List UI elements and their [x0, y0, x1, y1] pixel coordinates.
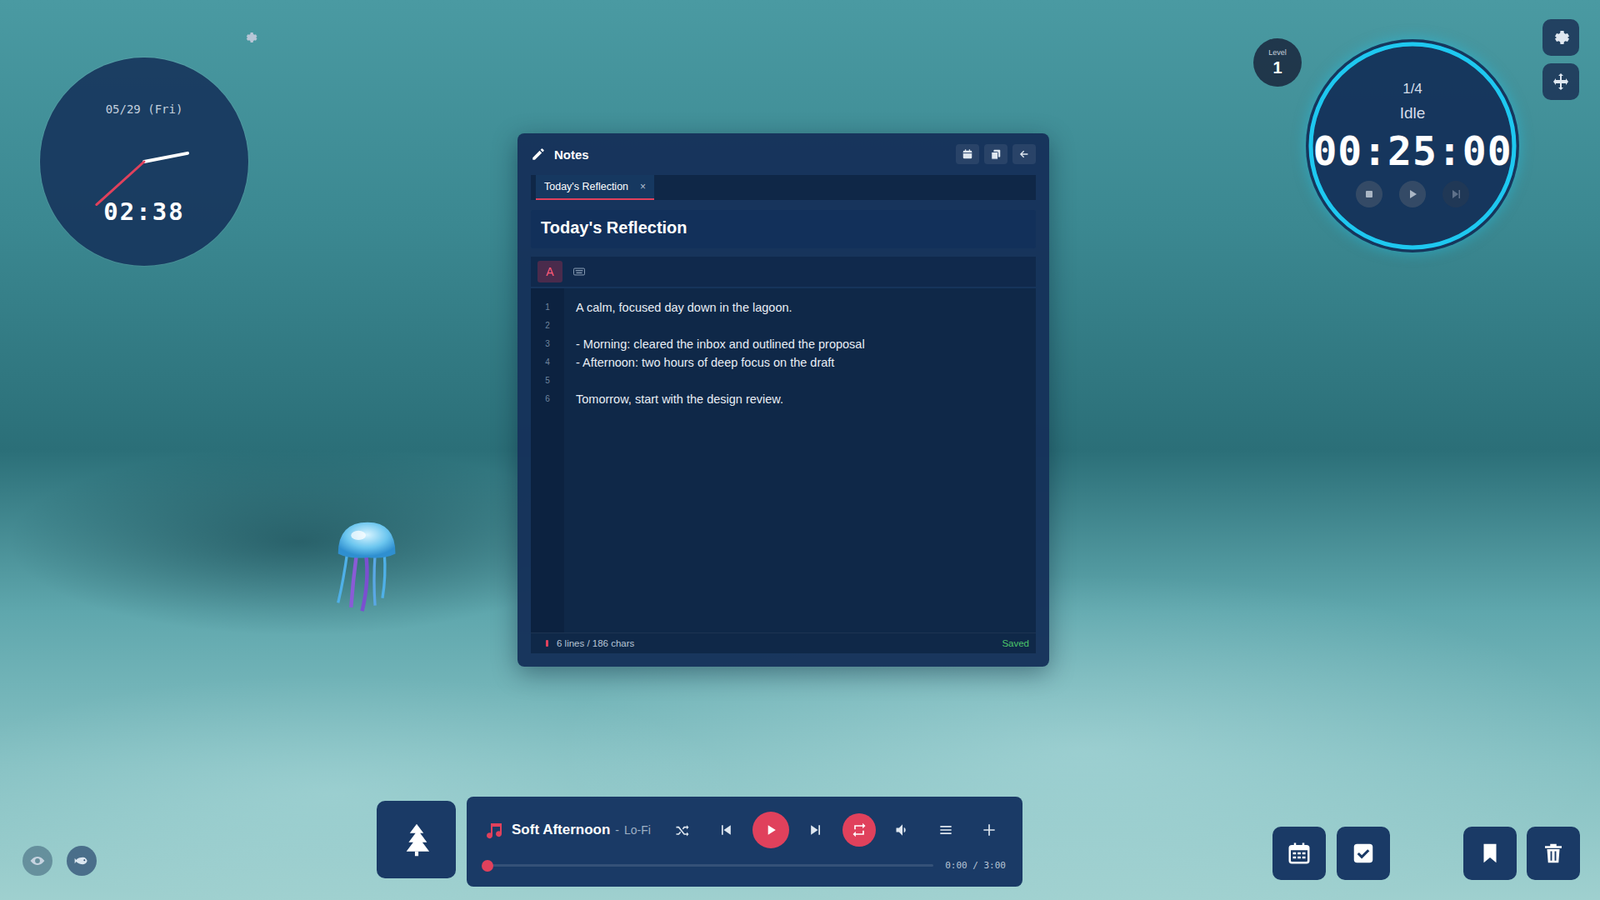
track-separator: -	[615, 823, 620, 837]
calendar-icon	[961, 148, 974, 160]
trash-icon	[1540, 840, 1566, 866]
timer-play-button[interactable]	[1399, 180, 1426, 208]
jellyfish-icon[interactable]	[328, 515, 404, 617]
line-number: 4	[530, 353, 565, 372]
volume-button[interactable]	[885, 813, 920, 847]
copy-button[interactable]	[984, 144, 1008, 165]
checkbox-icon	[1350, 840, 1376, 866]
level-badge: Level 1	[1253, 38, 1302, 87]
fish-icon	[73, 852, 90, 870]
save-status: Saved	[1001, 638, 1030, 649]
play-icon	[762, 821, 780, 839]
playback-time: 0:00 / 3:00	[945, 860, 1006, 871]
editor-line[interactable]: Tomorrow, start with the design review.	[575, 390, 1025, 409]
keyboard-icon	[573, 267, 585, 276]
tasks-button[interactable]	[1336, 826, 1390, 880]
notes-title: Notes	[554, 147, 590, 162]
next-icon	[807, 821, 825, 839]
repeat-button[interactable]	[842, 813, 876, 847]
calendar-icon	[1286, 840, 1312, 866]
clock-hands-icon	[40, 57, 249, 266]
visibility-button[interactable]	[22, 845, 53, 876]
tab-close-button[interactable]: ×	[640, 180, 646, 193]
document-title[interactable]: Today's Reflection	[530, 210, 1036, 249]
status-marker	[545, 640, 549, 647]
calendar-button[interactable]	[955, 144, 980, 165]
editor-toolbar: A	[530, 256, 1036, 287]
plus-icon	[980, 821, 998, 839]
editor-line[interactable]	[575, 371, 1025, 390]
gear-icon[interactable]	[243, 30, 259, 45]
tree-icon	[402, 821, 431, 859]
previous-icon	[717, 821, 735, 839]
playlist-button[interactable]	[929, 813, 963, 847]
repeat-icon	[850, 821, 868, 839]
timer-skip-button[interactable]	[1442, 180, 1470, 208]
line-number: 1	[530, 298, 565, 317]
editor-line[interactable]: - Morning: cleared the inbox and outline…	[575, 335, 1025, 354]
notes-window[interactable]: Notes Today's Reflection × Today's Refle…	[517, 133, 1050, 667]
editor-line[interactable]	[575, 316, 1025, 335]
clock-time: 02:38	[103, 197, 185, 226]
skip-icon	[1449, 187, 1463, 201]
gear-icon	[1550, 27, 1571, 48]
previous-button[interactable]	[709, 813, 743, 847]
eye-icon	[29, 852, 46, 870]
desktop: 05/29 (Fri) 02:38 Level 1 1/4 Idle 00:25…	[0, 0, 1600, 900]
level-value: 1	[1272, 59, 1282, 76]
clock-date: 05/29 (Fri)	[105, 102, 184, 116]
timer-stop-button[interactable]	[1355, 180, 1383, 208]
clock-widget: 05/29 (Fri) 02:38	[40, 57, 249, 266]
timer-status: Idle	[1400, 104, 1426, 123]
timer-session: 1/4	[1402, 80, 1423, 98]
line-number: 6	[530, 390, 565, 409]
notes-header[interactable]: Notes	[530, 133, 1036, 175]
stop-icon	[1362, 187, 1376, 201]
music-player: Soft Afternoon - Lo-Fi 0:00 / 3:00	[466, 796, 1023, 887]
timer-time: 00:25:00	[1312, 127, 1512, 175]
trash-button[interactable]	[1526, 826, 1580, 880]
note-tab[interactable]: Today's Reflection ×	[535, 175, 655, 200]
line-number: 2	[530, 316, 565, 335]
pomodoro-timer: 1/4 Idle 00:25:00	[1305, 39, 1520, 253]
play-icon	[1405, 187, 1420, 201]
fish-button[interactable]	[66, 845, 97, 876]
add-button[interactable]	[972, 813, 1006, 847]
keyboard-button[interactable]	[569, 261, 590, 282]
line-gutter: 123456	[530, 288, 565, 633]
shuffle-icon	[674, 821, 691, 839]
bookmark-button[interactable]	[1463, 826, 1517, 880]
editor-line[interactable]: - Afternoon: two hours of deep focus on …	[575, 353, 1025, 372]
pencil-icon	[530, 146, 546, 162]
list-icon	[937, 821, 955, 839]
play-button[interactable]	[752, 811, 790, 849]
progress-bar[interactable]	[483, 864, 934, 867]
editor[interactable]: 123456 A calm, focused day down in the l…	[530, 288, 1036, 633]
line-char-count: 6 lines / 186 chars	[556, 638, 635, 649]
editor-line[interactable]: A calm, focused day down in the lagoon.	[575, 298, 1025, 317]
back-button[interactable]	[1012, 144, 1036, 165]
line-number: 3	[530, 335, 565, 354]
arrow-left-icon	[1018, 148, 1030, 160]
tab-label: Today's Reflection	[544, 180, 629, 193]
level-label: Level	[1268, 49, 1287, 57]
music-note-icon	[483, 820, 504, 840]
next-button[interactable]	[799, 813, 833, 847]
track-title: Soft Afternoon	[511, 821, 610, 839]
line-number: 5	[530, 371, 565, 390]
copy-icon	[990, 148, 1002, 160]
tab-bar: Today's Reflection ×	[530, 175, 1036, 200]
calendar-button[interactable]	[1272, 826, 1326, 880]
volume-icon	[894, 821, 911, 839]
shuffle-button[interactable]	[665, 813, 700, 847]
move-button[interactable]	[1542, 63, 1580, 100]
tree-button[interactable]	[376, 800, 456, 879]
bookmark-icon	[1477, 840, 1503, 866]
track-genre: Lo-Fi	[624, 823, 651, 837]
settings-button[interactable]	[1542, 19, 1580, 56]
move-icon	[1550, 71, 1571, 92]
font-button[interactable]: A	[537, 260, 563, 283]
status-bar: 6 lines / 186 chars Saved	[530, 632, 1036, 654]
progress-knob[interactable]	[481, 860, 494, 872]
